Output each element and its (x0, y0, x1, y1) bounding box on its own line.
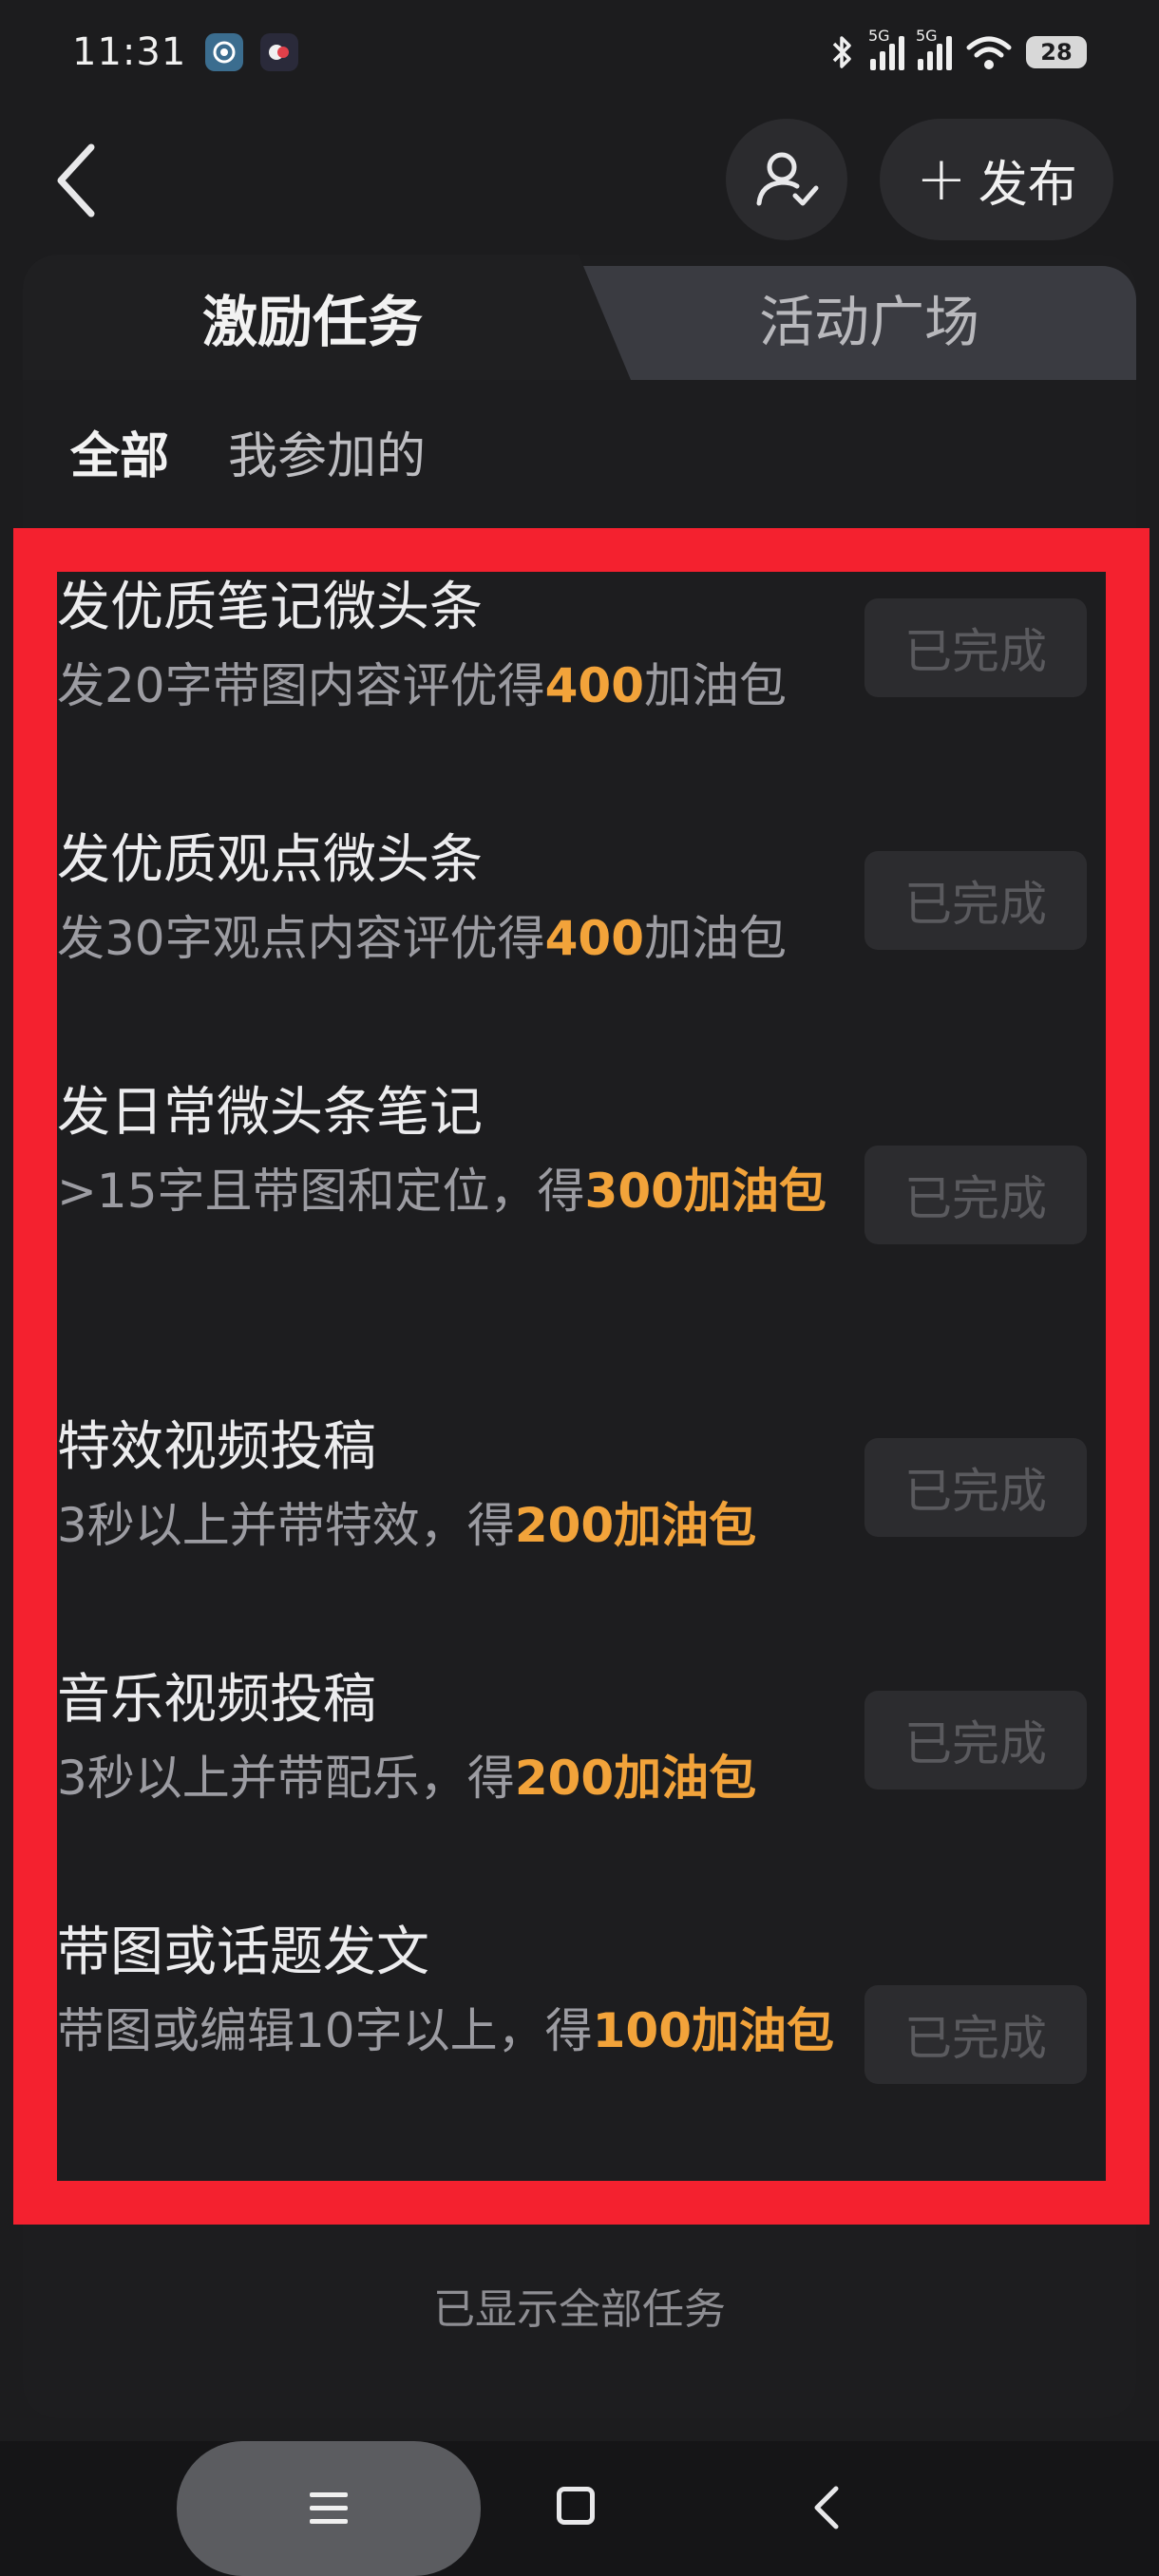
task-completed-button[interactable]: 已完成 (864, 1146, 1087, 1244)
header: + 发布 (0, 114, 1159, 247)
tab-activity-plaza[interactable]: 活动广场 (602, 255, 1136, 380)
status-time: 11:31 (72, 30, 187, 74)
task-title: 发日常微头条笔记 (57, 1082, 483, 1144)
task-item: 发日常微头条笔记 >15字且带图和定位，得300加油包 已完成 (57, 1075, 1102, 1244)
signal-label-2: 5G (916, 27, 938, 45)
task-description: 3秒以上并带特效，得200加油包 (57, 1498, 757, 1553)
bluetooth-icon (832, 36, 851, 68)
user-check-icon (756, 152, 819, 206)
task-item: 发优质观点微头条 发30字观点内容评优得400加油包 已完成 (57, 823, 1102, 978)
app-notification-icon (205, 33, 244, 71)
task-item: 特效视频投稿 3秒以上并带特效，得200加油包 已完成 (57, 1410, 1102, 1565)
status-bar: 11:31 5G 5G 28 (0, 0, 1159, 104)
all-tasks-shown-note: 已显示全部任务 (433, 2285, 726, 2334)
task-description: >15字且带图和定位，得300加油包 (57, 1164, 826, 1219)
status-indicators: 5G 5G 28 (828, 27, 1087, 71)
task-completed-button[interactable]: 已完成 (864, 598, 1087, 697)
menu-icon (310, 2492, 348, 2524)
chevron-left-icon (57, 143, 95, 218)
tab-bar: 激励任务 活动广场 (23, 255, 1136, 380)
publish-label: 发布 (978, 156, 1077, 214)
plus-icon: + (916, 144, 967, 215)
task-title: 带图或话题发文 (57, 1922, 429, 1983)
task-completed-button[interactable]: 已完成 (864, 851, 1087, 950)
nav-menu-button[interactable] (177, 2441, 481, 2576)
signal-icon-2: 5G (916, 27, 952, 70)
chat-notification-icon (260, 33, 299, 71)
filter-joined[interactable]: 我参加的 (228, 416, 426, 487)
tab-incentive-tasks[interactable]: 激励任务 (23, 255, 602, 380)
task-item: 音乐视频投稿 3秒以上并带配乐，得200加油包 已完成 (57, 1662, 1102, 1818)
signal-label: 5G (868, 27, 890, 45)
system-nav-bar (0, 2441, 1159, 2576)
task-description: 发30字观点内容评优得400加油包 (57, 911, 787, 966)
task-description: 3秒以上并带配乐，得200加油包 (57, 1751, 757, 1806)
chevron-left-icon (814, 2486, 839, 2529)
nav-back-button[interactable] (808, 2479, 846, 2536)
profile-button[interactable] (726, 119, 847, 240)
task-completed-button[interactable]: 已完成 (864, 1985, 1087, 2084)
signal-icon: 5G (868, 27, 904, 70)
publish-button[interactable]: + 发布 (880, 119, 1113, 240)
task-item: 带图或话题发文 带图或编辑10字以上，得100加油包 已完成 (57, 1915, 1102, 2084)
task-completed-button[interactable]: 已完成 (864, 1438, 1087, 1537)
filter-all[interactable]: 全部 (70, 416, 169, 487)
wifi-icon (966, 36, 1012, 69)
back-button[interactable] (48, 138, 124, 223)
nav-home-button[interactable] (557, 2487, 595, 2525)
task-description: 带图或编辑10字以上，得100加油包 (57, 2003, 834, 2058)
battery-icon: 28 (1026, 36, 1087, 68)
filter-bar: 全部 我参加的 (70, 416, 426, 487)
task-description: 发20字带图内容评优得400加油包 (57, 658, 787, 713)
task-completed-button[interactable]: 已完成 (864, 1691, 1087, 1790)
task-item: 发优质笔记微头条 发20字带图内容评优得400加油包 已完成 (57, 570, 1102, 726)
